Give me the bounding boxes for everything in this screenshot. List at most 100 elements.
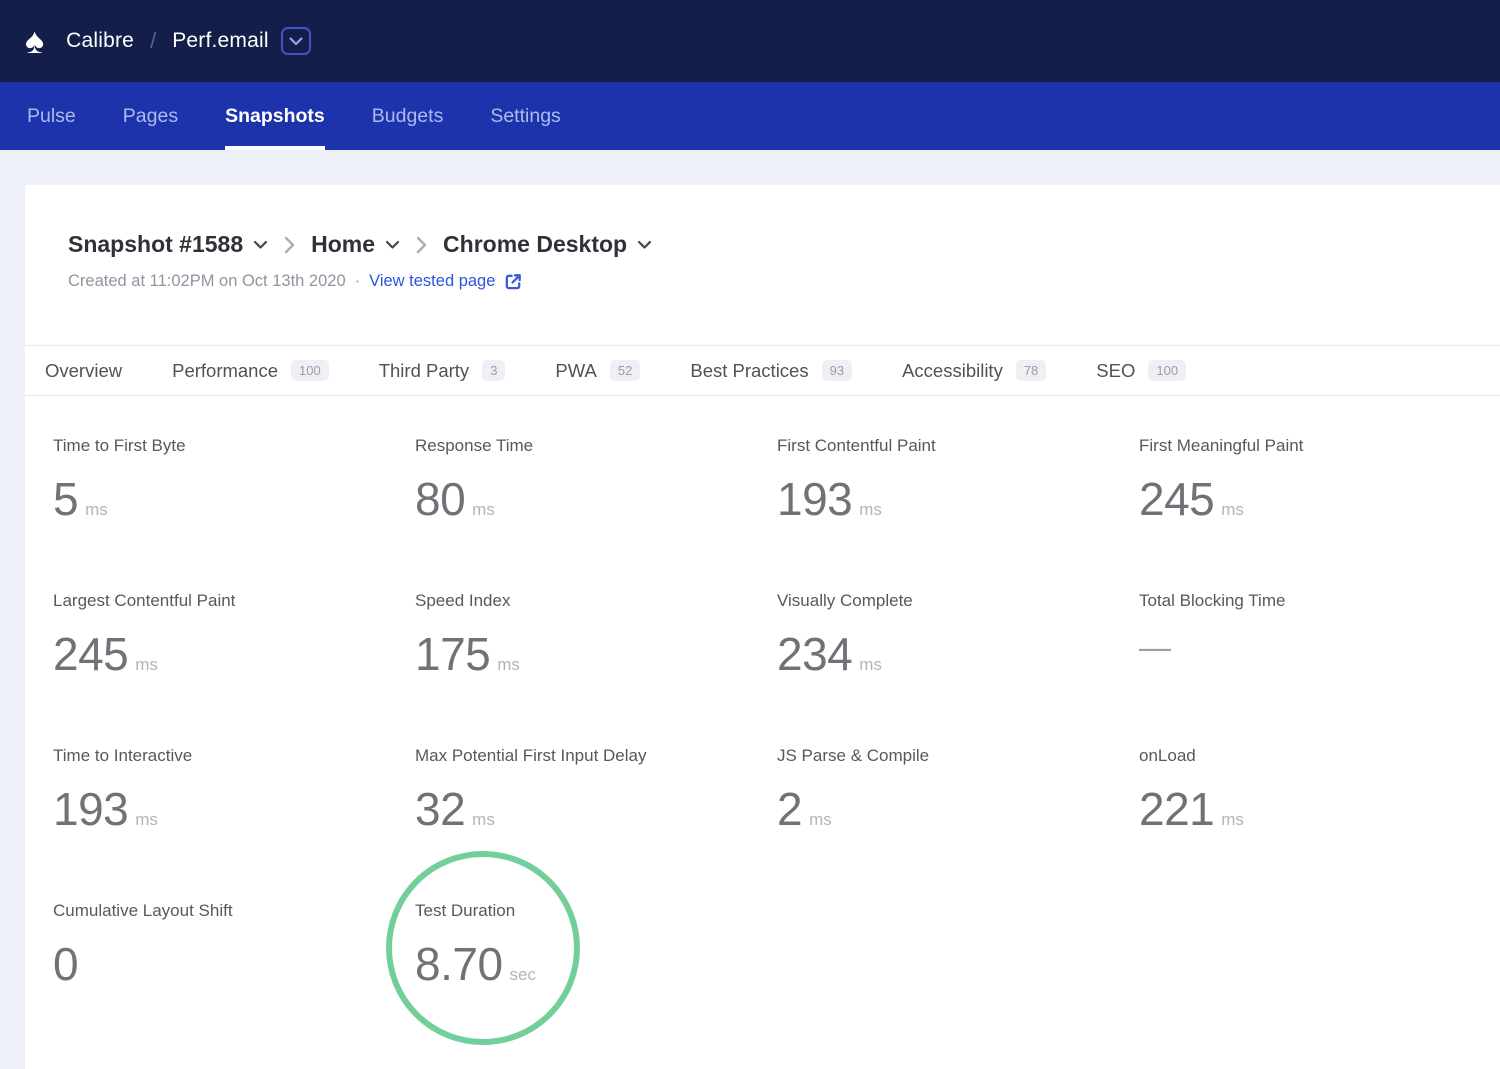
breadcrumb-page-label: Home: [311, 231, 375, 258]
metrics-grid: Time to First Byte 5 ms Response Time 80…: [25, 436, 1500, 1056]
chevron-down-icon: [253, 240, 268, 250]
breadcrumb-snapshot-dropdown[interactable]: Snapshot #1588: [68, 231, 268, 258]
nav-item-pages[interactable]: Pages: [123, 82, 178, 150]
metric-response-time: Response Time 80 ms: [415, 436, 777, 591]
metric-label: Visually Complete: [777, 591, 1139, 611]
view-tested-page-link[interactable]: View tested page: [369, 272, 523, 291]
report-tabs: Overview Performance 100 Third Party 3 P…: [25, 345, 1500, 396]
metric-value: 193: [53, 786, 128, 832]
created-timestamp: Created at 11:02PM on Oct 13th 2020: [68, 272, 346, 291]
tab-seo-label: SEO: [1096, 360, 1135, 382]
metric-label: Total Blocking Time: [1139, 591, 1500, 611]
tab-accessibility-label: Accessibility: [902, 360, 1003, 382]
metric-cumulative-layout-shift: Cumulative Layout Shift 0: [53, 901, 415, 1056]
metric-onload: onLoad 221 ms: [1139, 746, 1500, 901]
breadcrumb-device-dropdown[interactable]: Chrome Desktop: [443, 231, 652, 258]
tab-best-practices[interactable]: Best Practices 93: [690, 360, 852, 382]
tab-performance-label: Performance: [172, 360, 278, 382]
metric-unit: ms: [85, 500, 108, 520]
metric-label: Max Potential First Input Delay: [415, 746, 777, 766]
calibre-spade-logo-icon: ♠: [25, 23, 44, 59]
metric-label: First Meaningful Paint: [1139, 436, 1500, 456]
tab-performance-badge: 100: [291, 360, 329, 381]
tab-accessibility-badge: 78: [1016, 360, 1046, 381]
nav-item-snapshots[interactable]: Snapshots: [225, 82, 325, 150]
metric-value: 193: [777, 476, 852, 522]
metric-value: 221: [1139, 786, 1214, 832]
tab-overview[interactable]: Overview: [45, 360, 122, 382]
chevron-right-icon: [416, 236, 427, 254]
app-header: ♠ Calibre / Perf.email: [0, 0, 1500, 82]
metric-unit: ms: [859, 655, 882, 675]
meta-dot-separator: ·: [355, 272, 361, 291]
chevron-down-icon: [637, 240, 652, 250]
breadcrumb-slash: /: [150, 28, 156, 54]
metric-unit: ms: [859, 500, 882, 520]
tab-third-party[interactable]: Third Party 3: [379, 360, 506, 382]
metric-value: 175: [415, 631, 490, 677]
metric-label: First Contentful Paint: [777, 436, 1139, 456]
breadcrumb-device-label: Chrome Desktop: [443, 231, 627, 258]
tab-pwa-label: PWA: [555, 360, 596, 382]
snapshot-meta-row: Created at 11:02PM on Oct 13th 2020 · Vi…: [68, 272, 1500, 291]
metric-value: 2: [777, 786, 802, 832]
chevron-right-icon: [284, 236, 295, 254]
tab-third-party-label: Third Party: [379, 360, 469, 382]
chevron-down-icon: [385, 240, 400, 250]
metric-first-meaningful-paint: First Meaningful Paint 245 ms: [1139, 436, 1500, 591]
view-tested-page-label: View tested page: [369, 272, 495, 291]
metric-label: onLoad: [1139, 746, 1500, 766]
nav-item-pulse[interactable]: Pulse: [27, 82, 76, 150]
primary-nav: Pulse Pages Snapshots Budgets Settings: [0, 82, 1500, 150]
metric-time-to-interactive: Time to Interactive 193 ms: [53, 746, 415, 901]
metric-value: 245: [1139, 476, 1214, 522]
tab-performance[interactable]: Performance 100: [172, 360, 329, 382]
tab-accessibility[interactable]: Accessibility 78: [902, 360, 1046, 382]
tab-seo[interactable]: SEO 100: [1096, 360, 1186, 382]
metric-label: Largest Contentful Paint: [53, 591, 415, 611]
metric-unit: ms: [472, 810, 495, 830]
metric-unit: ms: [135, 810, 158, 830]
tab-pwa[interactable]: PWA 52: [555, 360, 640, 382]
metric-unit: ms: [1221, 500, 1244, 520]
snapshot-header: Snapshot #1588 Home Chrome Desktop: [25, 185, 1500, 291]
tab-best-practices-badge: 93: [822, 360, 852, 381]
snapshot-card: Snapshot #1588 Home Chrome Desktop: [25, 185, 1500, 1069]
metric-label: Test Duration: [415, 901, 777, 921]
metric-value: 234: [777, 631, 852, 677]
metric-total-blocking-time: Total Blocking Time —: [1139, 591, 1500, 746]
metric-label: Response Time: [415, 436, 777, 456]
nav-item-budgets[interactable]: Budgets: [372, 82, 444, 150]
metric-value: 5: [53, 476, 78, 522]
nav-item-settings[interactable]: Settings: [490, 82, 560, 150]
project-name[interactable]: Perf.email: [172, 29, 269, 53]
external-link-icon: [504, 272, 523, 291]
project-switcher-button[interactable]: [281, 27, 311, 55]
metric-visually-complete: Visually Complete 234 ms: [777, 591, 1139, 746]
metric-test-duration: Test Duration 8.70 sec: [415, 901, 777, 1056]
metric-value-empty: —: [1139, 631, 1171, 663]
metric-label: JS Parse & Compile: [777, 746, 1139, 766]
metric-unit: ms: [809, 810, 832, 830]
metric-value: 32: [415, 786, 465, 832]
metric-label: Time to Interactive: [53, 746, 415, 766]
metric-value: 0: [53, 941, 78, 987]
brand-name[interactable]: Calibre: [66, 29, 134, 53]
snapshot-breadcrumb: Snapshot #1588 Home Chrome Desktop: [68, 231, 1500, 258]
metric-speed-index: Speed Index 175 ms: [415, 591, 777, 746]
metric-unit: sec: [510, 965, 536, 985]
metric-largest-contentful-paint: Largest Contentful Paint 245 ms: [53, 591, 415, 746]
metric-value: 8.70: [415, 941, 503, 987]
metric-value: 245: [53, 631, 128, 677]
breadcrumb-page-dropdown[interactable]: Home: [311, 231, 400, 258]
metric-unit: ms: [497, 655, 520, 675]
metric-label: Time to First Byte: [53, 436, 415, 456]
metric-label: Cumulative Layout Shift: [53, 901, 415, 921]
tab-best-practices-label: Best Practices: [690, 360, 808, 382]
tab-seo-badge: 100: [1148, 360, 1186, 381]
metric-label: Speed Index: [415, 591, 777, 611]
metric-first-contentful-paint: First Contentful Paint 193 ms: [777, 436, 1139, 591]
tab-overview-label: Overview: [45, 360, 122, 382]
metric-js-parse-compile: JS Parse & Compile 2 ms: [777, 746, 1139, 901]
breadcrumb-snapshot-label: Snapshot #1588: [68, 231, 243, 258]
